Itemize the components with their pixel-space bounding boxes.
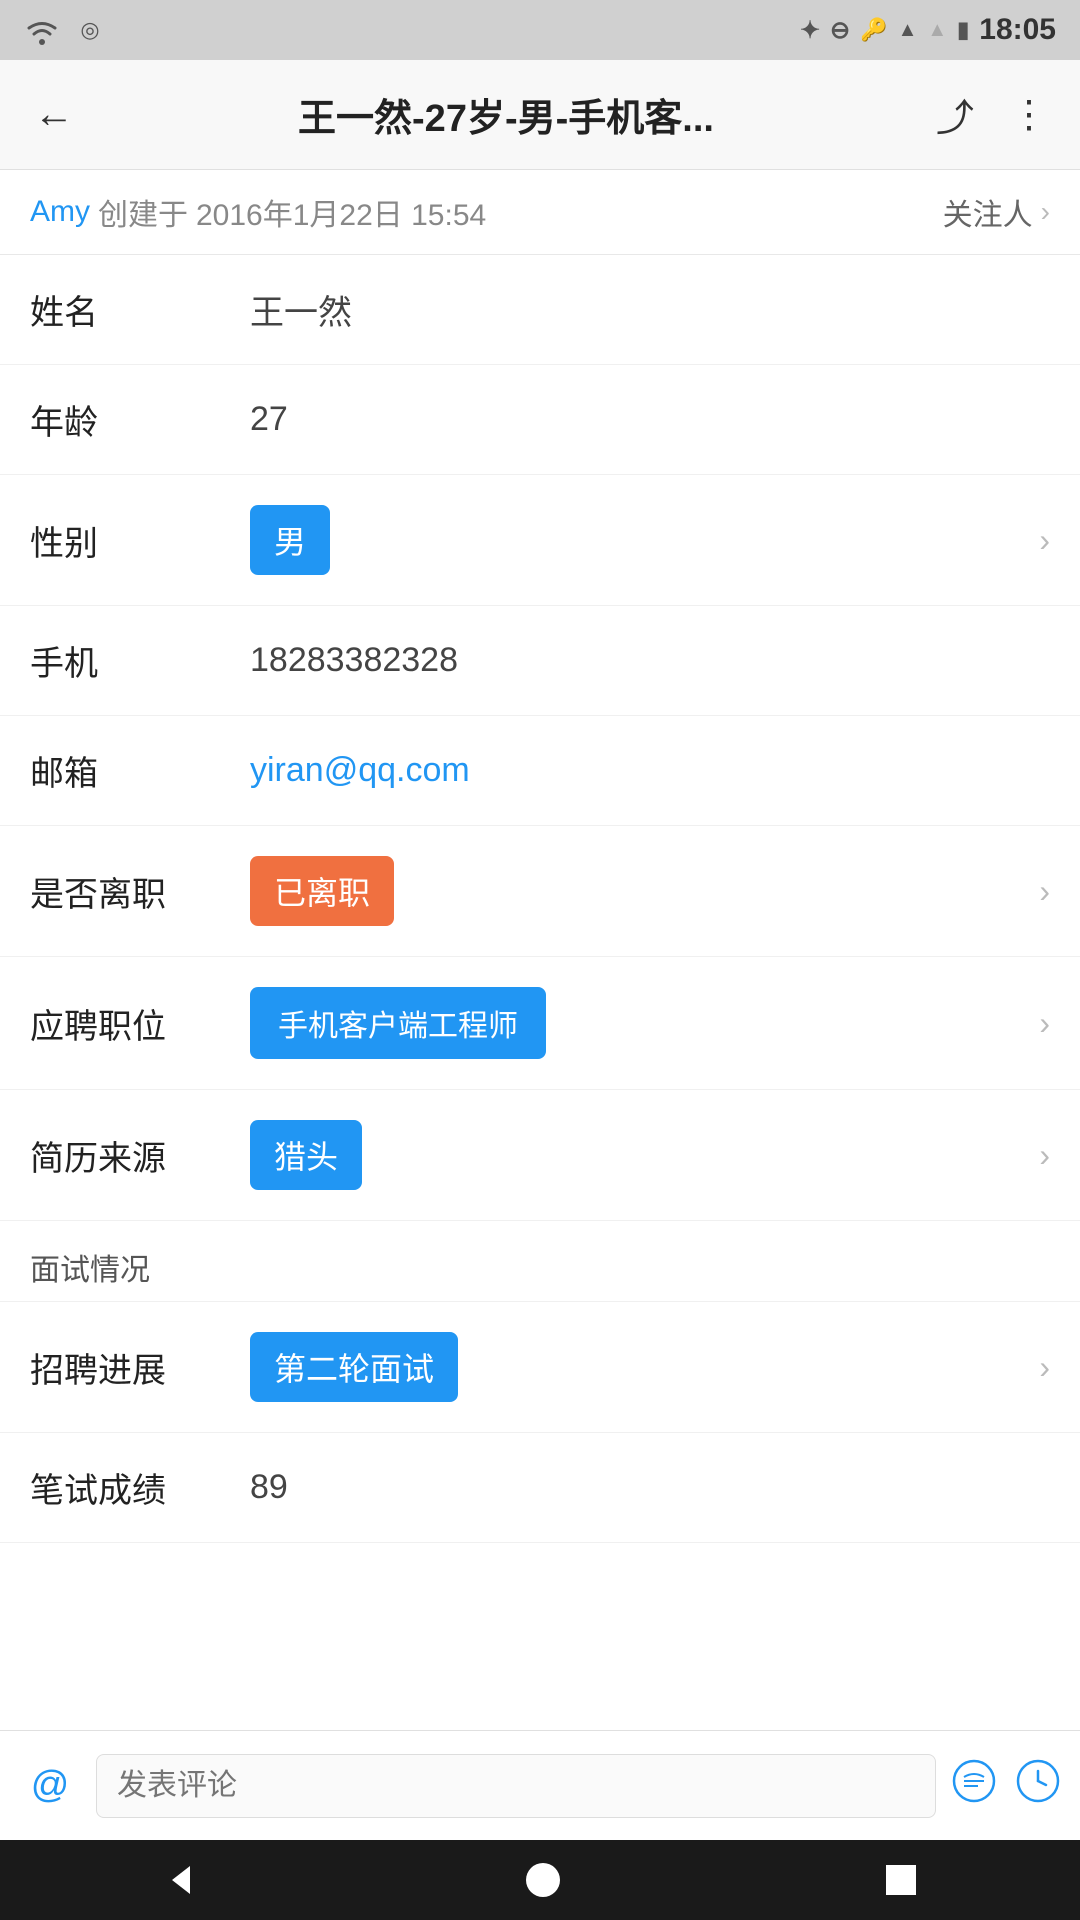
- field-name: 姓名 王一然: [0, 255, 1080, 365]
- nav-bar: [0, 1840, 1080, 1920]
- resigned-chevron: ›: [1039, 873, 1050, 910]
- value-position: 手机客户端工程师: [250, 987, 1029, 1059]
- app-bar: ← 王一然-27岁-男-手机客... ⤴ ⋮: [0, 60, 1080, 170]
- signal-icon: ▲: [898, 19, 918, 42]
- field-age: 年龄 27: [0, 365, 1080, 475]
- no-signal-icon: ▲: [927, 19, 947, 42]
- label-score: 笔试成绩: [30, 1463, 250, 1512]
- source-chevron: ›: [1039, 1137, 1050, 1174]
- follow-label: 关注人: [943, 190, 1033, 234]
- label-email: 邮箱: [30, 746, 250, 795]
- at-button[interactable]: @: [20, 1756, 80, 1816]
- clock-icon-button[interactable]: [1016, 1759, 1060, 1813]
- label-resigned: 是否离职: [30, 867, 250, 916]
- email-link[interactable]: yiran@qq.com: [250, 751, 470, 789]
- gender-tag[interactable]: 男: [250, 505, 330, 575]
- label-age: 年龄: [30, 395, 250, 444]
- value-score: 89: [250, 1468, 1050, 1507]
- position-chevron: ›: [1039, 1005, 1050, 1042]
- comment-input[interactable]: [96, 1754, 936, 1818]
- value-source: 猎头: [250, 1120, 1029, 1190]
- value-phone: 18283382328: [250, 641, 1050, 680]
- battery-icon: ▮: [957, 17, 969, 43]
- chat-icon-button[interactable]: [952, 1759, 996, 1813]
- time-display: 18:05: [979, 13, 1056, 47]
- field-resigned[interactable]: 是否离职 已离职 ›: [0, 826, 1080, 957]
- value-progress: 第二轮面试: [250, 1332, 1029, 1402]
- label-gender: 性别: [30, 516, 250, 565]
- gender-chevron: ›: [1039, 522, 1050, 559]
- meta-info: Amy 创建于 2016年1月22日 15:54: [30, 190, 486, 234]
- field-score-partial: 笔试成绩 89: [0, 1433, 1080, 1543]
- author-name[interactable]: Amy: [30, 195, 90, 229]
- share-button[interactable]: ⤴: [928, 79, 982, 150]
- progress-tag[interactable]: 第二轮面试: [250, 1332, 458, 1402]
- field-source[interactable]: 简历来源 猎头 ›: [0, 1090, 1080, 1221]
- minus-icon: ⊖: [830, 16, 850, 45]
- label-position: 应聘职位: [30, 999, 250, 1048]
- section-interview-label: 面试情况: [30, 1254, 150, 1287]
- follow-chevron: ›: [1041, 196, 1050, 228]
- field-progress[interactable]: 招聘进展 第二轮面试 ›: [0, 1302, 1080, 1433]
- status-right-icons: ✦ ⊖ 🔑 ▲ ▲ ▮ 18:05: [800, 13, 1056, 47]
- label-progress: 招聘进展: [30, 1343, 250, 1392]
- source-tag[interactable]: 猎头: [250, 1120, 362, 1190]
- status-bar: ◎ ✦ ⊖ 🔑 ▲ ▲ ▮ 18:05: [0, 0, 1080, 60]
- app-bar-actions: ⤴ ⋮: [928, 79, 1056, 150]
- comment-bar: @: [0, 1730, 1080, 1840]
- meta-row: Amy 创建于 2016年1月22日 15:54 关注人 ›: [0, 170, 1080, 255]
- label-phone: 手机: [30, 636, 250, 685]
- nav-recent-button[interactable]: [844, 1853, 958, 1907]
- bluetooth-icon: ✦: [800, 16, 820, 45]
- wifi-icon: [24, 12, 60, 48]
- back-button[interactable]: ←: [24, 85, 84, 145]
- position-tag[interactable]: 手机客户端工程师: [250, 987, 546, 1059]
- key-icon: 🔑: [860, 17, 887, 43]
- created-date: 2016年1月22日 15:54: [196, 190, 486, 234]
- value-name: 王一然: [250, 285, 1050, 334]
- field-email[interactable]: 邮箱 yiran@qq.com: [0, 716, 1080, 826]
- value-gender: 男: [250, 505, 1029, 575]
- page-title: 王一然-27岁-男-手机客...: [84, 87, 928, 142]
- section-interview: 面试情况: [0, 1221, 1080, 1302]
- status-left-icons: ◎: [24, 12, 108, 48]
- resigned-tag[interactable]: 已离职: [250, 856, 394, 926]
- label-name: 姓名: [30, 285, 250, 334]
- value-resigned: 已离职: [250, 856, 1029, 926]
- field-phone: 手机 18283382328: [0, 606, 1080, 716]
- value-email[interactable]: yiran@qq.com: [250, 751, 1050, 790]
- nav-back-button[interactable]: [122, 1850, 242, 1910]
- field-gender[interactable]: 性别 男 ›: [0, 475, 1080, 606]
- more-button[interactable]: ⋮: [1002, 84, 1056, 145]
- field-position[interactable]: 应聘职位 手机客户端工程师 ›: [0, 957, 1080, 1090]
- value-age: 27: [250, 400, 1050, 439]
- label-source: 简历来源: [30, 1131, 250, 1180]
- follow-button[interactable]: 关注人 ›: [943, 190, 1050, 234]
- sim-icon: ◎: [72, 12, 108, 48]
- progress-chevron: ›: [1039, 1349, 1050, 1386]
- nav-home-button[interactable]: [485, 1852, 601, 1908]
- created-prefix: 创建于: [98, 190, 188, 234]
- comment-actions: [952, 1759, 1060, 1813]
